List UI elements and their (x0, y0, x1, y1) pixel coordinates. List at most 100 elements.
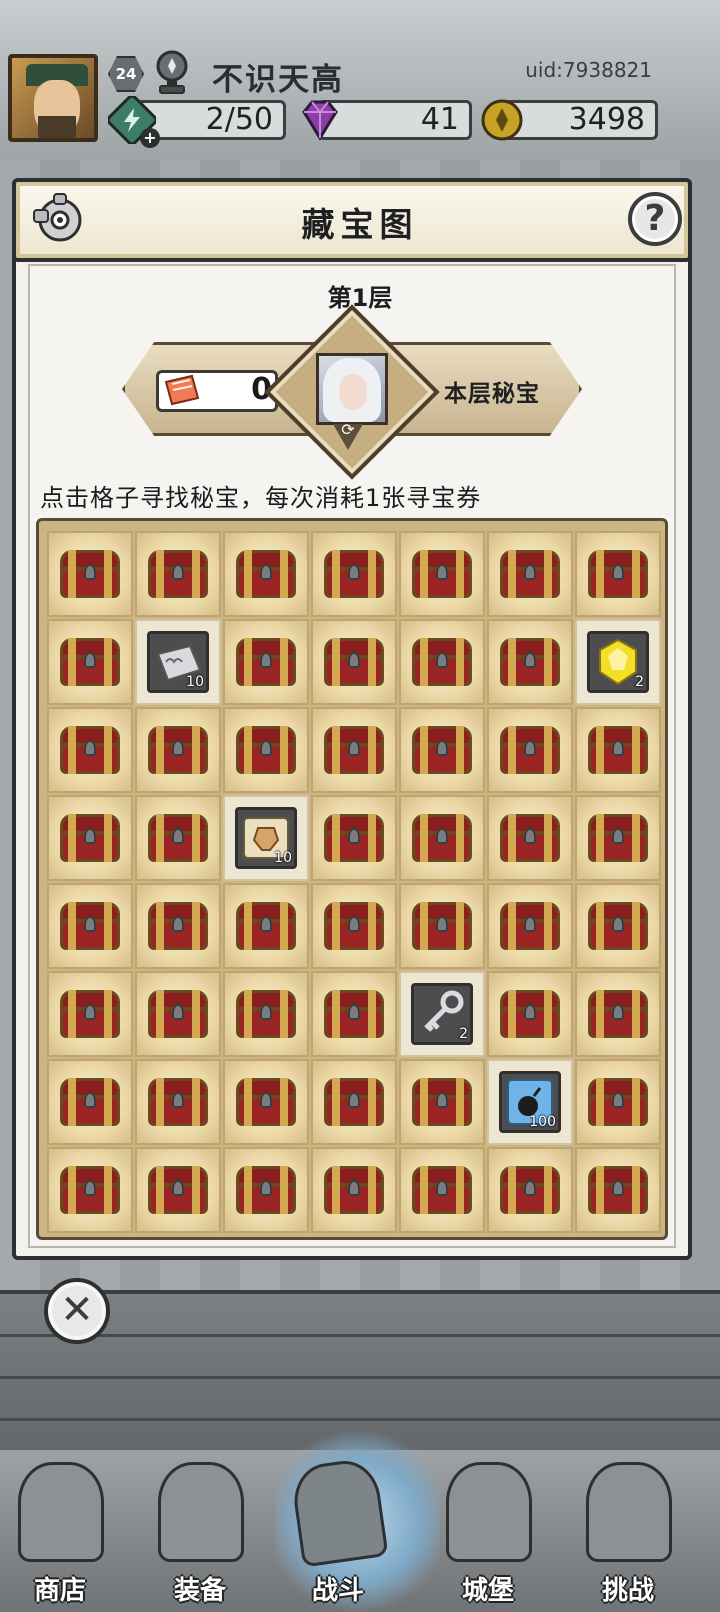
revealed-cell[interactable]: 2 (575, 619, 661, 705)
treasure-chest-cell[interactable] (135, 1147, 221, 1233)
treasure-chest-cell[interactable] (575, 971, 661, 1057)
treasure-chest-cell[interactable] (135, 971, 221, 1057)
nav-item-castle[interactable]: 城堡 (428, 1458, 548, 1608)
nav-label: 战斗 (311, 1576, 364, 1606)
treasure-chest-cell[interactable] (487, 531, 573, 617)
treasure-chest-icon (324, 638, 384, 686)
treasure-chest-cell[interactable] (223, 883, 309, 969)
treasure-chest-icon (236, 1166, 296, 1214)
treasure-chest-cell[interactable] (575, 883, 661, 969)
treasure-chest-cell[interactable] (47, 971, 133, 1057)
treasure-chest-cell[interactable] (223, 1059, 309, 1145)
trophy-icon[interactable] (152, 50, 192, 96)
nav-label: 商店 (33, 1576, 86, 1606)
treasure-chest-icon (324, 550, 384, 598)
treasure-chest-cell[interactable] (399, 531, 485, 617)
treasure-chest-icon (236, 550, 296, 598)
treasure-chest-icon (60, 990, 120, 1038)
treasure-chest-cell[interactable] (47, 619, 133, 705)
nav-item-swords[interactable]: 战斗 (278, 1456, 398, 1608)
revealed-cell[interactable]: 10 (135, 619, 221, 705)
treasure-chest-icon (500, 726, 560, 774)
treasure-chest-cell[interactable] (311, 707, 397, 793)
treasure-chest-cell[interactable] (399, 1059, 485, 1145)
revealed-cell[interactable]: 100 (487, 1059, 573, 1145)
treasure-chest-icon (148, 726, 208, 774)
help-button[interactable]: ? (628, 192, 682, 246)
treasure-chest-cell[interactable] (223, 1147, 309, 1233)
revealed-cell[interactable]: 2 (399, 971, 485, 1057)
treasure-chest-cell[interactable] (135, 883, 221, 969)
treasure-chest-cell[interactable] (311, 1059, 397, 1145)
player-avatar[interactable] (8, 54, 98, 142)
treasure-chest-cell[interactable] (135, 795, 221, 881)
nav-item-bag[interactable]: 装备 (140, 1458, 260, 1608)
instruction-text: 点击格子寻找秘宝，每次消耗1张寻宝券 (40, 484, 482, 512)
treasure-chest-cell[interactable] (311, 531, 397, 617)
treasure-chest-cell[interactable] (399, 1147, 485, 1233)
dialog-title: 藏宝图 (301, 205, 419, 244)
treasure-chest-cell[interactable] (575, 707, 661, 793)
treasure-chest-cell[interactable] (399, 619, 485, 705)
treasure-chest-cell[interactable] (399, 707, 485, 793)
treasure-chest-icon (148, 814, 208, 862)
nav-item-shop[interactable]: 商店 (0, 1458, 120, 1608)
treasure-chest-icon (500, 990, 560, 1038)
treasure-chest-cell[interactable] (47, 531, 133, 617)
treasure-chest-cell[interactable] (487, 707, 573, 793)
treasure-chest-cell[interactable] (487, 1147, 573, 1233)
treasure-chest-cell[interactable] (399, 883, 485, 969)
treasure-chest-icon (60, 814, 120, 862)
treasure-chest-cell[interactable] (223, 619, 309, 705)
close-button[interactable]: ✕ (44, 1278, 110, 1344)
treasure-chest-cell[interactable] (487, 971, 573, 1057)
treasure-chest-cell[interactable] (487, 883, 573, 969)
treasure-chest-icon (324, 990, 384, 1038)
treasure-chest-icon (148, 550, 208, 598)
treasure-chest-cell[interactable] (135, 707, 221, 793)
treasure-chest-cell[interactable] (311, 883, 397, 969)
treasure-chest-cell[interactable] (575, 531, 661, 617)
treasure-chest-cell[interactable] (47, 795, 133, 881)
treasure-chest-icon (60, 726, 120, 774)
treasure-chest-icon (588, 726, 648, 774)
treasure-chest-cell[interactable] (47, 1059, 133, 1145)
secret-treasure-hero-portrait[interactable] (316, 353, 388, 425)
treasure-chest-icon (324, 1078, 384, 1126)
swords-icon (289, 1456, 389, 1568)
bag-icon (158, 1462, 244, 1562)
treasure-chest-icon (236, 726, 296, 774)
treasure-chest-icon (500, 550, 560, 598)
treasure-chest-icon (412, 1166, 472, 1214)
item-quantity: 10 (186, 674, 204, 690)
treasure-chest-cell[interactable] (223, 707, 309, 793)
treasure-chest-icon (588, 550, 648, 598)
secret-treasure-label: 本层秘宝 (444, 381, 540, 407)
shield-icon (586, 1462, 672, 1562)
treasure-chest-cell[interactable] (487, 795, 573, 881)
treasure-chest-icon (236, 638, 296, 686)
treasure-chest-cell[interactable] (135, 531, 221, 617)
treasure-chest-cell[interactable] (47, 1147, 133, 1233)
treasure-chest-cell[interactable] (575, 1147, 661, 1233)
refresh-icon[interactable]: ⟳ (333, 420, 363, 439)
nav-item-shield[interactable]: 挑战 (568, 1458, 688, 1608)
treasure-chest-cell[interactable] (223, 971, 309, 1057)
treasure-chest-cell[interactable] (47, 707, 133, 793)
revealed-cell[interactable]: 10 (223, 795, 309, 881)
treasure-chest-cell[interactable] (487, 619, 573, 705)
treasure-chest-cell[interactable] (47, 883, 133, 969)
treasure-chest-cell[interactable] (311, 619, 397, 705)
treasure-chest-cell[interactable] (135, 1059, 221, 1145)
treasure-chest-cell[interactable] (575, 1059, 661, 1145)
treasure-chest-cell[interactable] (399, 795, 485, 881)
add-energy-icon[interactable]: + (140, 128, 160, 148)
treasure-chest-cell[interactable] (311, 795, 397, 881)
treasure-chest-icon (412, 1078, 472, 1126)
treasure-chest-cell[interactable] (223, 531, 309, 617)
treasure-chest-cell[interactable] (575, 795, 661, 881)
treasure-chest-cell[interactable] (311, 1147, 397, 1233)
nav-label: 装备 (173, 1576, 226, 1606)
item-quantity: 100 (529, 1114, 556, 1130)
treasure-chest-cell[interactable] (311, 971, 397, 1057)
